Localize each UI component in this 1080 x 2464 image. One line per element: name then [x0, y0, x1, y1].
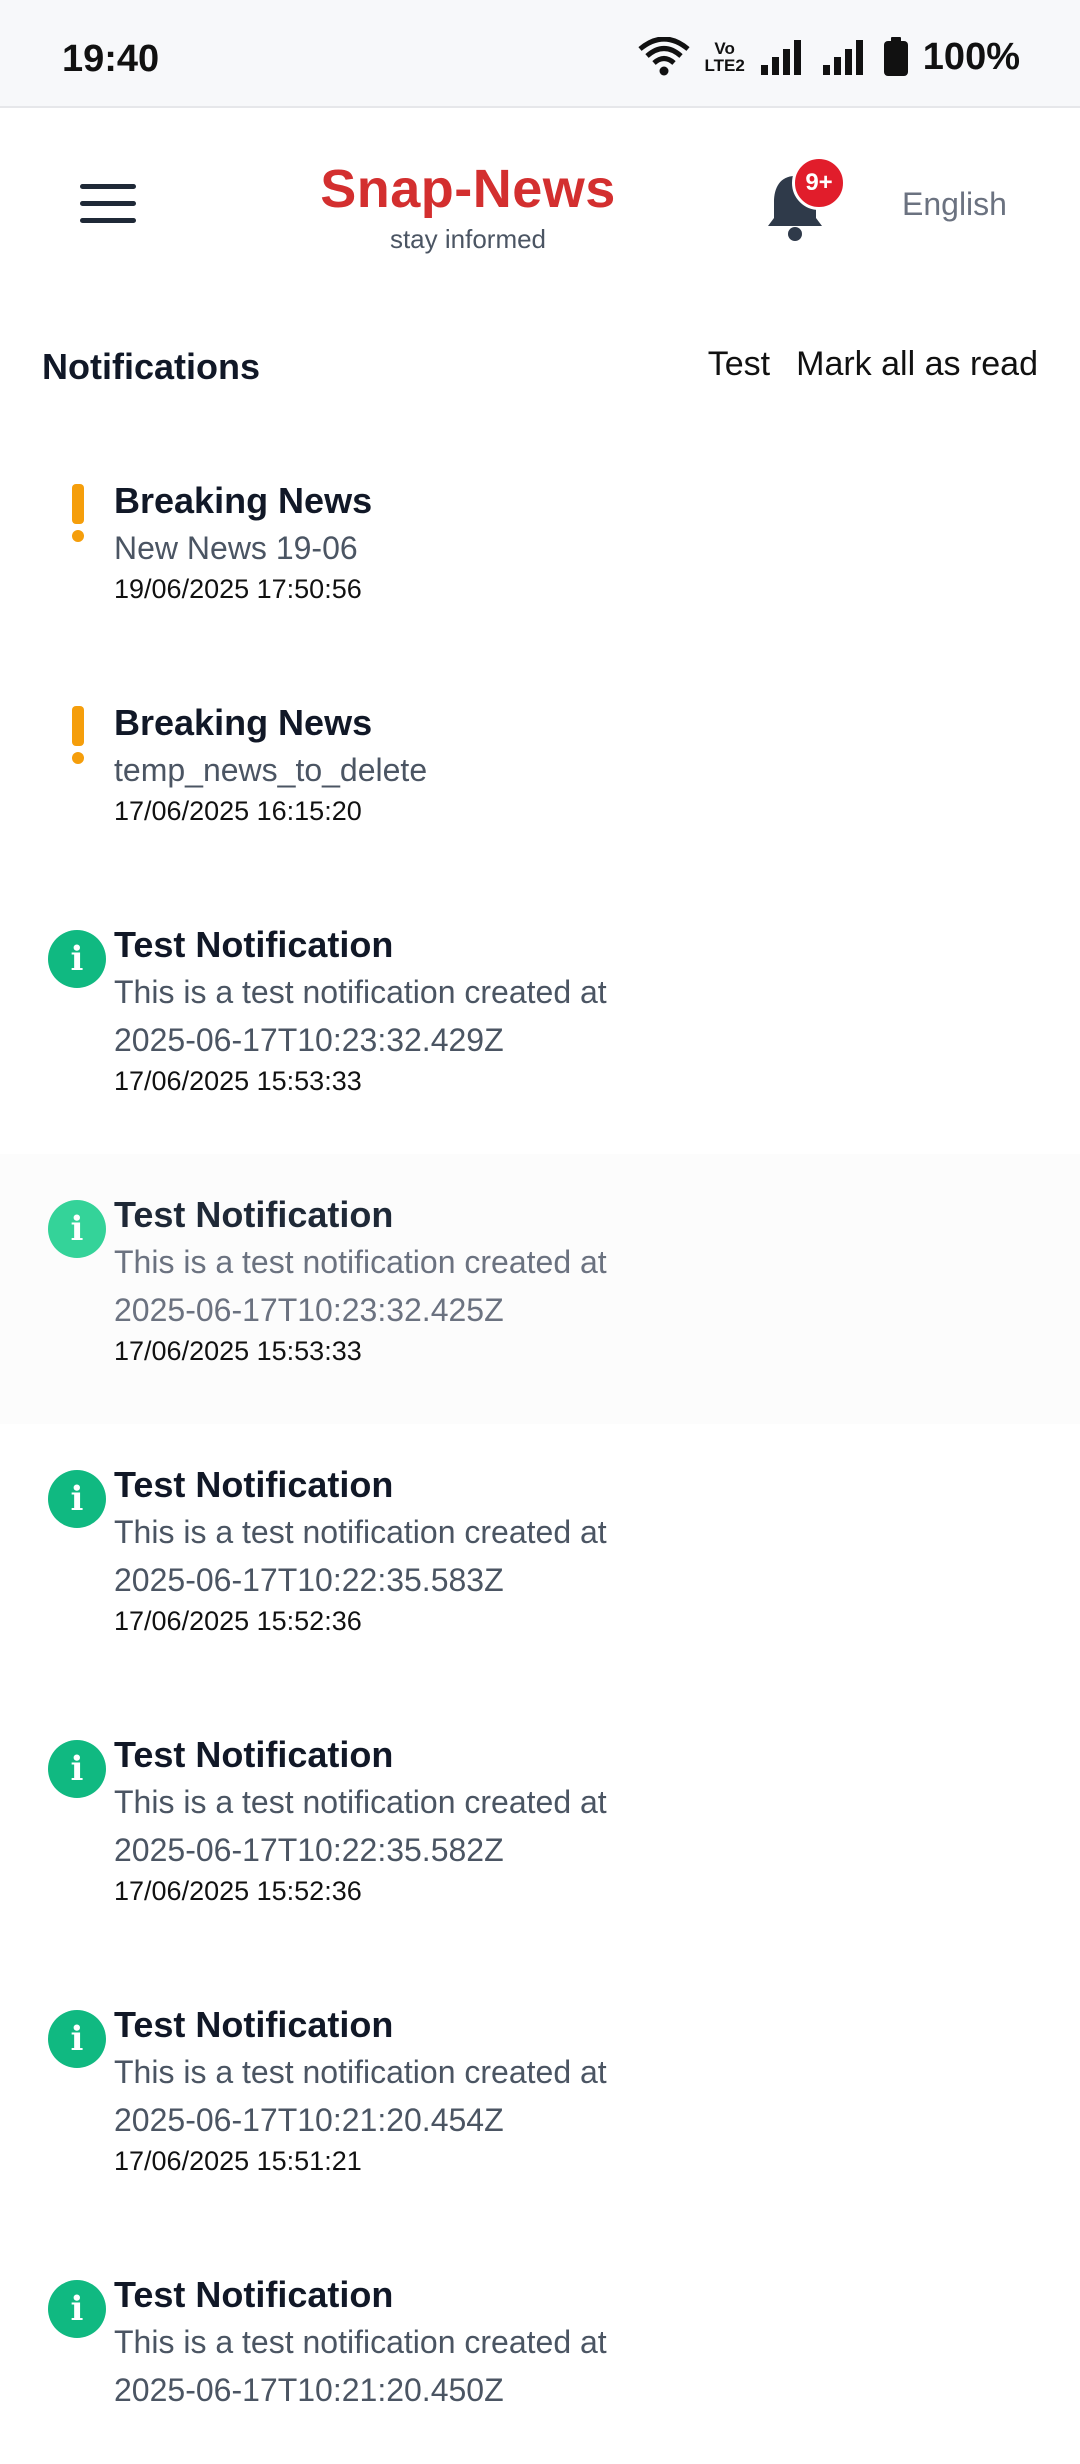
- notification-message: This is a test notification created at: [114, 1514, 607, 1550]
- mark-all-read-button[interactable]: Mark all as read: [796, 345, 1038, 384]
- signal-icon: [822, 40, 863, 75]
- notification-message-timestamp: 2025-06-17T10:21:20.454Z: [114, 2102, 504, 2138]
- status-time: 19:40: [62, 38, 160, 80]
- status-bar: 19:40 Vo LTE2 100%: [0, 0, 1080, 108]
- notification-date: 17/06/2025 15:53:33: [114, 1336, 362, 1366]
- language-selector[interactable]: English: [902, 186, 1007, 223]
- page-title: Notifications: [42, 346, 261, 387]
- notification-message-timestamp: 2025-06-17T10:23:32.425Z: [114, 1292, 504, 1328]
- notification-title: Breaking News: [114, 480, 373, 521]
- notification-message: This is a test notification created at: [114, 974, 607, 1010]
- notification-item[interactable]: i Test Notification This is a test notif…: [0, 1424, 1080, 1694]
- info-icon: i: [48, 2010, 106, 2068]
- notification-date: 17/06/2025 15:53:33: [114, 1066, 362, 1096]
- info-icon: i: [48, 2280, 106, 2338]
- info-icon: i: [48, 1200, 106, 1258]
- notification-message: This is a test notification created at: [114, 2054, 607, 2090]
- info-icon: i: [48, 1470, 106, 1528]
- app-header: Snap-News stay informed 9+ English: [0, 108, 1080, 302]
- notification-list: Breaking News New News 19-06 19/06/2025 …: [0, 440, 1080, 2464]
- notification-item[interactable]: i Test Notification This is a test notif…: [0, 2234, 1080, 2464]
- warning-icon: [48, 706, 106, 764]
- notification-message-timestamp: 2025-06-17T10:23:32.429Z: [114, 1022, 504, 1058]
- volte-icon: Vo LTE2: [704, 39, 745, 75]
- notification-date: 17/06/2025 15:51:21: [114, 2146, 362, 2176]
- notification-item[interactable]: i Test Notification This is a test notif…: [0, 1154, 1080, 1424]
- notification-title: Test Notification: [114, 1464, 394, 1505]
- notification-item[interactable]: i Test Notification This is a test notif…: [0, 1694, 1080, 1964]
- notification-message-timestamp: 2025-06-17T10:22:35.583Z: [114, 1562, 504, 1598]
- status-icons: Vo LTE2 100%: [638, 34, 1020, 80]
- notification-date: 17/06/2025 15:52:36: [114, 1876, 362, 1906]
- notification-title: Test Notification: [114, 1194, 394, 1235]
- notification-date: 19/06/2025 17:50:56: [114, 574, 362, 604]
- notification-title: Test Notification: [114, 924, 394, 965]
- signal-icon: [760, 40, 801, 75]
- notification-date: 17/06/2025 16:15:20: [114, 796, 362, 826]
- notification-message: This is a test notification created at: [114, 1244, 607, 1280]
- notification-message-timestamp: 2025-06-17T10:21:20.450Z: [114, 2372, 504, 2408]
- notification-message: This is a test notification created at: [114, 1784, 607, 1820]
- info-icon: i: [48, 930, 106, 988]
- notification-title: Test Notification: [114, 2274, 394, 2315]
- notification-title: Test Notification: [114, 2004, 394, 2045]
- notification-item[interactable]: i Test Notification This is a test notif…: [0, 884, 1080, 1154]
- notification-item[interactable]: Breaking News New News 19-06 19/06/2025 …: [0, 440, 1080, 662]
- notification-message: New News 19-06: [114, 530, 358, 566]
- notification-date: 17/06/2025 15:52:36: [114, 1606, 362, 1636]
- notification-message: temp_news_to_delete: [114, 752, 428, 788]
- notification-actions: Test Mark all as read: [708, 345, 1038, 384]
- notification-title: Test Notification: [114, 1734, 394, 1775]
- battery-icon: [883, 37, 908, 76]
- notification-count-badge: 9+: [792, 156, 846, 210]
- notification-item[interactable]: i Test Notification This is a test notif…: [0, 1964, 1080, 2234]
- notification-title: Breaking News: [114, 702, 373, 743]
- battery-percent: 100%: [922, 35, 1020, 78]
- info-icon: i: [48, 1740, 106, 1798]
- notification-message: This is a test notification created at: [114, 2324, 607, 2360]
- test-button[interactable]: Test: [708, 345, 770, 384]
- notification-message-timestamp: 2025-06-17T10:22:35.582Z: [114, 1832, 504, 1868]
- wifi-icon: [638, 37, 691, 76]
- warning-icon: [48, 484, 106, 542]
- notification-item[interactable]: Breaking News temp_news_to_delete 17/06/…: [0, 662, 1080, 884]
